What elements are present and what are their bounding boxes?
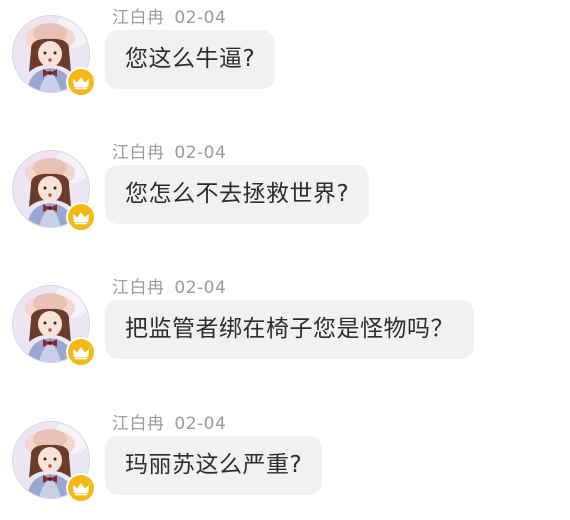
message-bubble[interactable]: 您怎么不去拯救世界? bbox=[105, 165, 370, 224]
message-meta: 江白冉 02-04 bbox=[112, 409, 226, 434]
avatar[interactable] bbox=[12, 285, 96, 367]
crown-badge-icon bbox=[66, 67, 96, 97]
message-date: 02-04 bbox=[174, 414, 227, 434]
message-meta: 江白冉 02-04 bbox=[112, 138, 226, 163]
chat-message: 江白冉 02-04 把监管者绑在椅子您是怪物吗？ bbox=[0, 270, 570, 370]
crown-badge-icon bbox=[66, 473, 96, 503]
message-bubble[interactable]: 您这么牛逼? bbox=[105, 30, 276, 89]
message-meta: 江白冉 02-04 bbox=[112, 3, 226, 28]
username: 江白冉 bbox=[112, 8, 165, 28]
chat-message: 江白冉 02-04 您这么牛逼? bbox=[0, 0, 570, 100]
message-bubble[interactable]: 把监管者绑在椅子您是怪物吗？ bbox=[105, 300, 474, 359]
chat-message: 江白冉 02-04 您怎么不去拯救世界? bbox=[0, 135, 570, 235]
avatar[interactable] bbox=[12, 150, 96, 232]
message-date: 02-04 bbox=[174, 278, 227, 298]
crown-badge-icon bbox=[66, 337, 96, 367]
message-meta: 江白冉 02-04 bbox=[112, 273, 226, 298]
chat-message: 江白冉 02-04 玛丽苏这么严重? bbox=[0, 406, 570, 506]
username: 江白冉 bbox=[112, 414, 165, 434]
username: 江白冉 bbox=[112, 278, 165, 298]
message-date: 02-04 bbox=[174, 143, 227, 163]
crown-badge-icon bbox=[66, 202, 96, 232]
username: 江白冉 bbox=[112, 143, 165, 163]
message-bubble[interactable]: 玛丽苏这么严重? bbox=[105, 436, 323, 495]
avatar[interactable] bbox=[12, 15, 96, 97]
message-date: 02-04 bbox=[174, 8, 227, 28]
avatar[interactable] bbox=[12, 421, 96, 503]
